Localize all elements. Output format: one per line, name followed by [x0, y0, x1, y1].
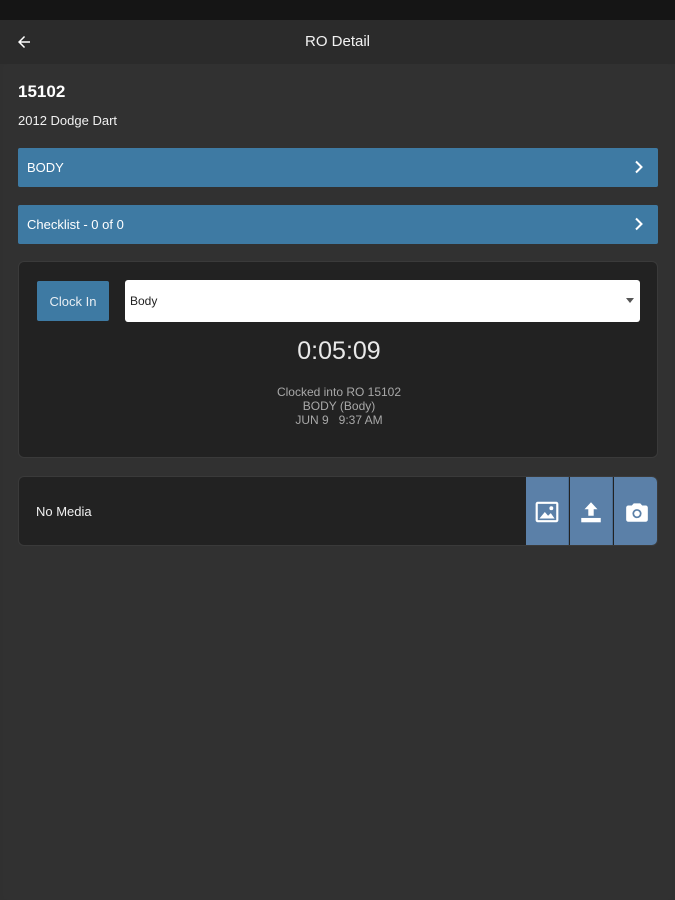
- body-section-label: BODY: [27, 160, 64, 175]
- clock-info-ro: Clocked into RO 15102: [276, 385, 402, 399]
- status-bar: [0, 0, 675, 20]
- back-button[interactable]: [8, 26, 40, 58]
- gallery-icon: [535, 501, 559, 523]
- clock-card: Clock In Body 0:05:09 Clocked into RO 15…: [18, 261, 658, 458]
- no-media-label: No Media: [36, 504, 92, 519]
- media-card: No Media: [18, 476, 658, 546]
- ro-number: 15102: [18, 82, 66, 101]
- checklist-row[interactable]: Checklist - 0 of 0: [18, 205, 658, 244]
- upload-button[interactable]: [570, 477, 613, 545]
- body-section-row[interactable]: BODY: [18, 148, 658, 187]
- vehicle-description: 2012 Dodge Dart: [18, 113, 118, 128]
- clock-in-button[interactable]: Clock In: [37, 281, 109, 321]
- clock-info-task: BODY (Body): [302, 399, 376, 413]
- app-bar: RO Detail: [0, 20, 675, 64]
- arrow-left-icon: [18, 36, 30, 48]
- task-select-value: Body: [130, 294, 158, 308]
- task-select[interactable]: Body: [125, 280, 640, 322]
- caret-down-icon: [626, 298, 634, 303]
- elapsed-timer: 0:05:09: [297, 337, 381, 365]
- camera-button[interactable]: [614, 477, 657, 545]
- page-title: RO Detail: [304, 33, 371, 50]
- clock-info-time: JUN 9 9:37 AM: [295, 413, 383, 427]
- camera-icon: [625, 503, 648, 522]
- checklist-label: Checklist - 0 of 0: [27, 217, 124, 232]
- chevron-right-icon: [635, 217, 643, 231]
- upload-icon: [581, 502, 601, 523]
- chevron-right-icon: [635, 160, 643, 174]
- gallery-button[interactable]: [526, 477, 569, 545]
- ro-detail-content: 15102 2012 Dodge Dart BODY Checklist - 0…: [3, 64, 672, 900]
